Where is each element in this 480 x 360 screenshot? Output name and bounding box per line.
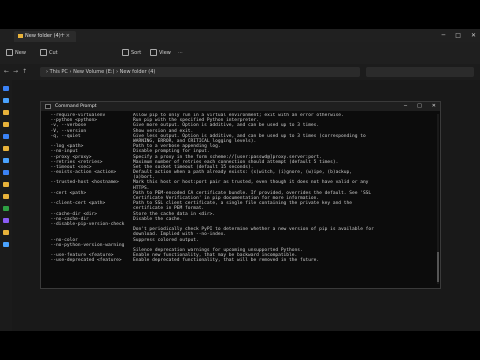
scissors-icon [40, 49, 47, 56]
new-tab-icon[interactable]: + [60, 31, 65, 41]
sidebar-nav-icon[interactable] [3, 170, 9, 175]
search-input[interactable] [366, 67, 474, 77]
address-breadcrumb: › This PC › New Volume (E:) › New folder… [46, 69, 156, 75]
sidebar-nav-icon[interactable] [3, 242, 9, 247]
explorer-tab-label: New folder (4) [25, 33, 61, 39]
desktop-screen: New folder (4) × + ─ □ ✕ New Cut Sort Vie… [0, 0, 480, 360]
close-tab-icon[interactable]: × [66, 33, 70, 39]
cmd-description: Enable deprecated functionality, that wi… [133, 258, 320, 264]
maximize-icon[interactable]: □ [455, 29, 461, 42]
minimize-icon[interactable]: ─ [404, 102, 407, 111]
close-icon[interactable]: ✕ [432, 102, 436, 111]
sidebar-nav-icon[interactable] [3, 194, 9, 199]
sidebar-nav-icon[interactable] [3, 158, 9, 163]
command-prompt-window[interactable]: Command Prompt ─ □ ✕ --require-virtualen… [40, 101, 441, 289]
view-icon [150, 49, 157, 56]
view-button[interactable]: View [150, 49, 171, 57]
more-options-icon[interactable]: ··· [178, 49, 183, 57]
plus-icon [6, 49, 13, 56]
address-bar[interactable]: › This PC › New Volume (E:) › New folder… [40, 67, 360, 77]
sidebar-nav-icon[interactable] [3, 86, 9, 91]
file-list-header [40, 80, 480, 90]
sidebar-nav-icon[interactable] [3, 122, 9, 127]
letterbox-bar [0, 331, 480, 360]
sidebar-nav-icon[interactable] [3, 230, 9, 235]
forward-icon[interactable]: → [13, 68, 22, 75]
explorer-tab-bar: New folder (4) × + ─ □ ✕ [0, 29, 480, 42]
sidebar-nav-icon[interactable] [3, 146, 9, 151]
explorer-sidebar [0, 80, 12, 331]
sort-button[interactable]: Sort [122, 49, 141, 57]
folder-icon [18, 33, 23, 38]
cmd-option: --use-deprecated <feature> [45, 258, 122, 264]
sort-button-label: Sort [131, 50, 142, 56]
explorer-address-row: ←→↑ › This PC › New Volume (E:) › New fo… [0, 64, 480, 80]
navigation-buttons: ←→↑ [4, 68, 31, 75]
sidebar-nav-icon[interactable] [3, 218, 9, 223]
sidebar-nav-icon[interactable] [3, 182, 9, 187]
new-button-label: New [15, 50, 26, 56]
cut-button[interactable]: Cut [40, 49, 58, 57]
close-icon[interactable]: ✕ [471, 29, 476, 42]
cmd-output[interactable]: --require-virtualenv Allow pip to only ru… [45, 113, 437, 289]
cmd-line: --use-deprecated <feature> Enable depreca… [45, 258, 437, 263]
sidebar-nav-icon[interactable] [3, 134, 9, 139]
up-icon[interactable]: ↑ [22, 68, 31, 75]
view-button-label: View [159, 50, 171, 56]
back-icon[interactable]: ← [4, 68, 13, 75]
explorer-toolbar: New Cut Sort View ··· [0, 42, 480, 64]
cmd-title-bar[interactable]: Command Prompt ─ □ ✕ [41, 102, 440, 111]
sidebar-nav-icon[interactable] [3, 206, 9, 211]
cmd-scrollbar-thumb[interactable] [437, 252, 439, 282]
sidebar-nav-icon[interactable] [3, 98, 9, 103]
maximize-icon[interactable]: □ [417, 102, 422, 111]
cmd-title: Command Prompt [55, 104, 97, 109]
sidebar-nav-icon[interactable] [3, 110, 9, 115]
explorer-tab[interactable]: New folder (4) × [14, 31, 76, 42]
cut-button-label: Cut [49, 50, 58, 56]
sort-icon [122, 49, 129, 56]
cmd-window-controls: ─ □ ✕ [404, 102, 436, 111]
terminal-icon [45, 104, 51, 109]
minimize-icon[interactable]: ─ [442, 29, 446, 42]
explorer-window-controls: ─ □ ✕ [442, 29, 476, 42]
new-button[interactable]: New [6, 49, 26, 57]
